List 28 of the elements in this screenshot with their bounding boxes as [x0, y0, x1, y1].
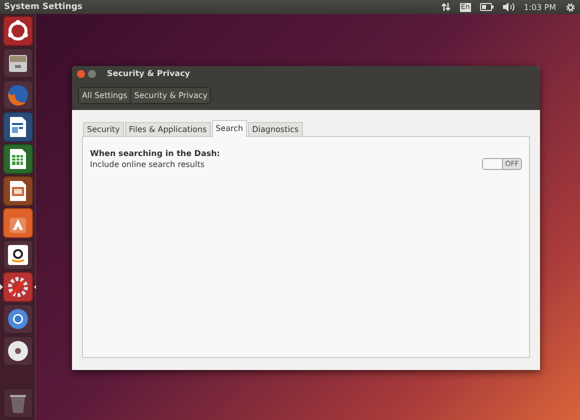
breadcrumb-button[interactable]: Security & Privacy [131, 88, 210, 103]
app-launcher-icon[interactable] [2, 48, 32, 78]
app-launcher-icon[interactable] [2, 16, 32, 46]
tab[interactable]: Search [212, 120, 248, 137]
app-launcher-icon[interactable] [2, 112, 32, 142]
app-launcher-icon[interactable] [2, 208, 32, 238]
clock[interactable]: 1:03 PM [524, 2, 556, 12]
battery-icon[interactable] [480, 3, 494, 11]
app-launcher-icon[interactable] [2, 304, 32, 334]
breadcrumb-button[interactable]: All Settings [79, 88, 132, 103]
tab[interactable]: Files & Applications [124, 122, 211, 136]
app-launcher-icon[interactable] [2, 240, 32, 270]
app-launcher-icon[interactable] [2, 144, 32, 174]
volume-icon[interactable] [502, 2, 515, 12]
settings-icon[interactable] [565, 2, 576, 12]
tab[interactable]: Security [83, 122, 124, 136]
trash-launcher-icon[interactable] [2, 388, 32, 418]
section-heading: When searching in the Dash: [90, 149, 221, 158]
app-launcher-icon[interactable] [2, 336, 32, 366]
tab[interactable]: Diagnostics [248, 122, 303, 136]
app-launcher-icon[interactable] [2, 176, 32, 206]
window-title: Security & Privacy [107, 69, 190, 78]
app-launcher-icon[interactable] [2, 272, 32, 302]
minimize-button[interactable] [88, 70, 96, 78]
app-title: System Settings [4, 2, 82, 12]
close-button[interactable] [77, 70, 85, 78]
network-icon[interactable] [440, 2, 451, 12]
setting-label: Include online search results [90, 160, 205, 168]
